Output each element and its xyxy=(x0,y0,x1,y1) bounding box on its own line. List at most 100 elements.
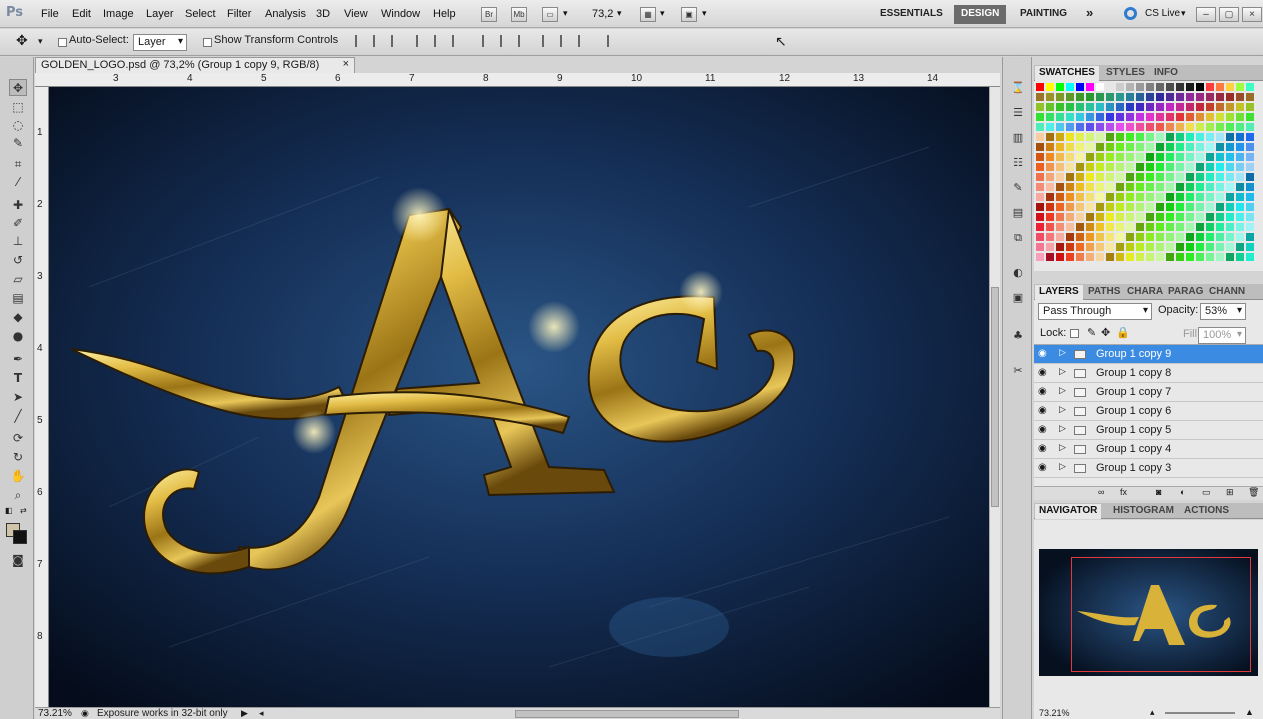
color-swatch[interactable] xyxy=(1156,213,1165,222)
color-swatch[interactable] xyxy=(1156,103,1165,112)
color-swatch[interactable] xyxy=(1236,253,1245,262)
align-horizontal-center-icon[interactable] xyxy=(434,35,447,47)
color-swatch[interactable] xyxy=(1246,223,1255,232)
color-swatch[interactable] xyxy=(1126,163,1135,172)
color-swatch[interactable] xyxy=(1216,193,1225,202)
navigator-zoom-value[interactable]: 73.21% xyxy=(1039,708,1070,718)
color-swatch[interactable] xyxy=(1176,83,1185,92)
color-swatch[interactable] xyxy=(1196,223,1205,232)
color-swatch[interactable] xyxy=(1096,153,1105,162)
color-swatch[interactable] xyxy=(1176,113,1185,122)
3d-orbit-tool-icon[interactable]: ↻ xyxy=(9,449,27,466)
color-swatch[interactable] xyxy=(1096,83,1105,92)
adjustment-layer-icon[interactable]: ◐ xyxy=(1180,487,1185,497)
color-swatch[interactable] xyxy=(1056,113,1065,122)
color-swatch[interactable] xyxy=(1156,83,1165,92)
color-swatch[interactable] xyxy=(1236,243,1245,252)
expand-group-icon[interactable]: ▷ xyxy=(1059,443,1066,453)
color-swatch[interactable] xyxy=(1236,103,1245,112)
color-swatch[interactable] xyxy=(1116,253,1125,262)
color-swatch[interactable] xyxy=(1166,163,1175,172)
color-swatch[interactable] xyxy=(1136,243,1145,252)
color-swatch[interactable] xyxy=(1046,213,1055,222)
color-swatch[interactable] xyxy=(1106,253,1115,262)
color-swatch[interactable] xyxy=(1196,123,1205,132)
color-swatch[interactable] xyxy=(1036,93,1045,102)
color-swatch[interactable] xyxy=(1166,203,1175,212)
align-top-icon[interactable] xyxy=(355,35,368,47)
color-swatch[interactable] xyxy=(1056,133,1065,142)
color-swatch[interactable] xyxy=(1096,223,1105,232)
color-swatch[interactable] xyxy=(1066,183,1075,192)
expand-group-icon[interactable]: ▷ xyxy=(1059,424,1066,434)
color-swatch[interactable] xyxy=(1146,253,1155,262)
color-swatch[interactable] xyxy=(1186,153,1195,162)
color-swatch[interactable] xyxy=(1196,163,1205,172)
color-swatch[interactable] xyxy=(1166,123,1175,132)
view-extras-button[interactable]: ▭ xyxy=(542,7,558,22)
visibility-eye-icon[interactable]: ◉ xyxy=(1038,387,1050,397)
color-swatch[interactable] xyxy=(1176,213,1185,222)
color-swatch[interactable] xyxy=(1206,223,1215,232)
color-swatch[interactable] xyxy=(1086,83,1095,92)
color-swatch[interactable] xyxy=(1166,93,1175,102)
color-swatch[interactable] xyxy=(1146,173,1155,182)
color-swatch[interactable] xyxy=(1056,123,1065,132)
menu-view[interactable]: View xyxy=(344,8,368,20)
mini-bridge-panel-icon[interactable]: ▥ xyxy=(1011,131,1025,145)
zoom-in-icon[interactable]: ▲ xyxy=(1245,707,1254,717)
color-swatch[interactable] xyxy=(1056,253,1065,262)
color-swatch[interactable] xyxy=(1166,143,1175,152)
color-swatch[interactable] xyxy=(1136,153,1145,162)
visibility-eye-icon[interactable]: ◉ xyxy=(1038,349,1050,359)
styles-panel-icon[interactable]: ▣ xyxy=(1011,291,1025,305)
color-swatch[interactable] xyxy=(1216,223,1225,232)
color-swatch[interactable] xyxy=(1046,143,1055,152)
color-swatch[interactable] xyxy=(1096,233,1105,242)
color-swatch[interactable] xyxy=(1076,153,1085,162)
cs-live-button[interactable]: CS Live xyxy=(1145,8,1180,19)
color-swatch[interactable] xyxy=(1206,83,1215,92)
align-right-icon[interactable] xyxy=(452,35,465,47)
color-swatch[interactable] xyxy=(1186,193,1195,202)
color-swatch[interactable] xyxy=(1246,103,1255,112)
color-swatch[interactable] xyxy=(1046,203,1055,212)
color-swatch[interactable] xyxy=(1216,183,1225,192)
color-swatch[interactable] xyxy=(1176,253,1185,262)
color-swatch[interactable] xyxy=(1226,243,1235,252)
shape-tool-icon[interactable]: ╱ xyxy=(9,408,27,425)
new-layer-icon[interactable]: ⊞ xyxy=(1226,487,1234,498)
visibility-eye-icon[interactable]: ◉ xyxy=(1038,406,1050,416)
color-swatch[interactable] xyxy=(1076,103,1085,112)
color-swatch[interactable] xyxy=(1176,93,1185,102)
show-transform-checkbox[interactable] xyxy=(203,38,212,47)
color-swatch[interactable] xyxy=(1216,133,1225,142)
color-swatch[interactable] xyxy=(1126,213,1135,222)
color-swatch[interactable] xyxy=(1126,203,1135,212)
color-swatch[interactable] xyxy=(1126,93,1135,102)
visibility-eye-icon[interactable]: ◉ xyxy=(1038,368,1050,378)
color-swatch[interactable] xyxy=(1236,93,1245,102)
color-swatch[interactable] xyxy=(1136,143,1145,152)
color-swatch[interactable] xyxy=(1146,153,1155,162)
path-selection-tool-icon[interactable]: ➤ xyxy=(9,389,27,406)
color-swatch[interactable] xyxy=(1116,123,1125,132)
horizontal-scrollbar-thumb[interactable] xyxy=(515,710,739,718)
color-swatch[interactable] xyxy=(1116,173,1125,182)
color-swatch[interactable] xyxy=(1206,253,1215,262)
color-swatch[interactable] xyxy=(1186,163,1195,172)
color-swatch[interactable] xyxy=(1136,183,1145,192)
color-swatch[interactable] xyxy=(1156,223,1165,232)
color-swatch[interactable] xyxy=(1036,213,1045,222)
color-swatch[interactable] xyxy=(1096,203,1105,212)
color-swatch[interactable] xyxy=(1126,143,1135,152)
color-swatch[interactable] xyxy=(1176,203,1185,212)
color-swatch[interactable] xyxy=(1176,163,1185,172)
color-swatch[interactable] xyxy=(1196,133,1205,142)
color-swatch[interactable] xyxy=(1246,253,1255,262)
document-canvas[interactable] xyxy=(49,87,989,707)
color-swatch[interactable] xyxy=(1106,213,1115,222)
layer-row[interactable]: ◉ ▷ Group 1 copy 9 xyxy=(1034,345,1263,364)
close-window-button[interactable]: × xyxy=(1242,7,1262,22)
color-swatch[interactable] xyxy=(1196,143,1205,152)
